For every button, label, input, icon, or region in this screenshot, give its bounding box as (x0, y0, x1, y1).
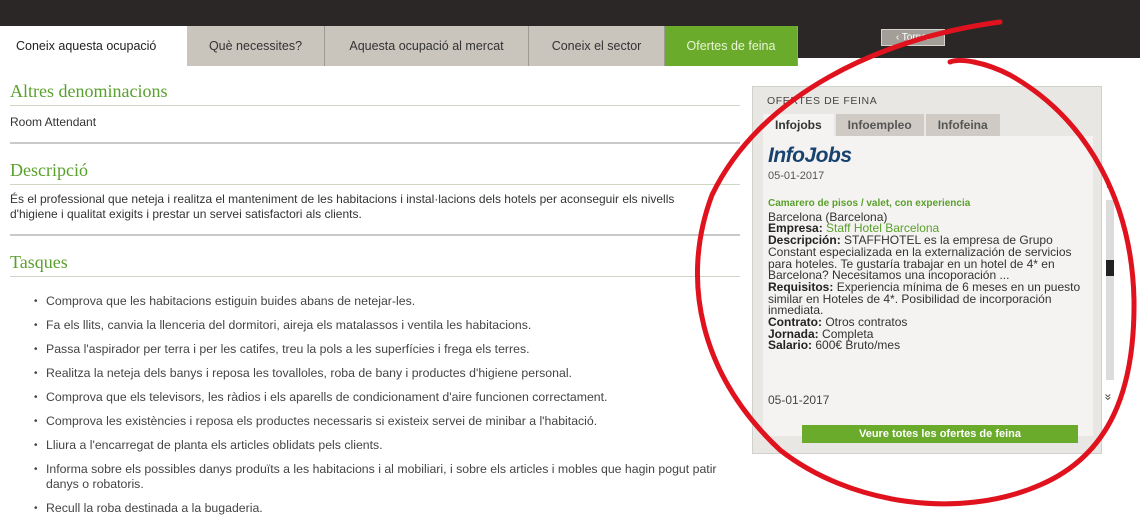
salary-label: Salario: (768, 338, 813, 353)
list-item: Realitza la neteja dels banys i reposa l… (34, 366, 734, 381)
tab-infoempleo[interactable]: Infoempleo (835, 114, 924, 136)
task-list: Comprova que les habitacions estiguin bu… (34, 294, 734, 516)
scrollbar[interactable] (1106, 200, 1114, 380)
job-salary-row: Salario: 600€ Bruto/mes (768, 338, 1090, 353)
tab-bar: Coneix aquesta ocupació Què necessites? … (0, 26, 798, 66)
section-title-descripcio: Descripció (10, 160, 88, 180)
tab-coneix-sector[interactable]: Coneix el sector (529, 26, 665, 66)
section-rule (10, 105, 740, 106)
job-source-tabs: Infojobs Infoempleo Infofeina (763, 114, 1002, 136)
job-date: 05-01-2017 (768, 170, 825, 182)
section-title-altres: Altres denominacions (10, 81, 168, 101)
list-item: Fa els llits, canvia la llenceria del do… (34, 318, 734, 333)
salary-value: 600€ Bruto/mes (815, 338, 901, 353)
altres-text: Room Attendant (10, 115, 97, 129)
scrollbar-thumb[interactable] (1106, 260, 1114, 276)
tab-ofertes-feina[interactable]: Ofertes de feina (665, 26, 798, 66)
job-offer: Camarero de pisos / valet, con experienc… (768, 198, 1090, 352)
list-item: Recull la roba destinada a la bugaderia. (34, 501, 734, 516)
job-requirements-row: Requisitos: Experiencia mínima de 6 mese… (768, 281, 1090, 317)
section-title-tasques: Tasques (10, 252, 68, 272)
section-rule (10, 142, 740, 144)
list-item: Informa sobre els possibles danys produï… (34, 462, 734, 492)
tab-coneix-ocupacio[interactable]: Coneix aquesta ocupació (0, 26, 187, 66)
tab-infojobs[interactable]: Infojobs (763, 114, 834, 136)
descripcio-text: És el professional que neteja i realitza… (10, 192, 675, 221)
tab-ocupacio-mercat[interactable]: Aquesta ocupació al mercat (325, 26, 529, 66)
job-offers-header: OFERTES DE FEINA (767, 95, 878, 107)
view-all-offers-button[interactable]: Veure totes les ofertes de feina (802, 425, 1078, 443)
scroll-up-icon[interactable]: » (1101, 182, 1115, 189)
job-description-row: Descripción: STAFFHOTEL es la empresa de… (768, 234, 1090, 282)
job-date: 05-01-2017 (768, 393, 830, 407)
list-item: Lliura a l'encarregat de planta els arti… (34, 438, 734, 453)
section-rule (10, 276, 740, 277)
section-rule (10, 184, 740, 185)
back-button[interactable]: ‹ Tornar (881, 29, 945, 46)
tab-que-necessites[interactable]: Què necessites? (187, 26, 325, 66)
job-offers-list: InfoJobs 05-01-2017 Camarero de pisos / … (763, 136, 1093, 436)
list-item: Comprova que les habitacions estiguin bu… (34, 294, 734, 309)
job-offers-panel: OFERTES DE FEINA Infojobs Infoempleo Inf… (752, 86, 1102, 454)
section-rule (10, 234, 740, 236)
job-title-link[interactable]: Camarero de pisos / valet, con experienc… (768, 198, 1090, 210)
scroll-down-icon[interactable]: » (1101, 394, 1115, 401)
main-content: Altres denominacions Room Attendant Desc… (10, 75, 740, 516)
list-item: Passa l'aspirador per terra i per les ca… (34, 342, 734, 357)
list-item: Comprova que els televisors, les ràdios … (34, 390, 734, 405)
tab-infofeina[interactable]: Infofeina (925, 114, 1000, 136)
list-item: Comprova les existències i reposa els pr… (34, 414, 734, 429)
infojobs-logo: InfoJobs (768, 144, 852, 167)
